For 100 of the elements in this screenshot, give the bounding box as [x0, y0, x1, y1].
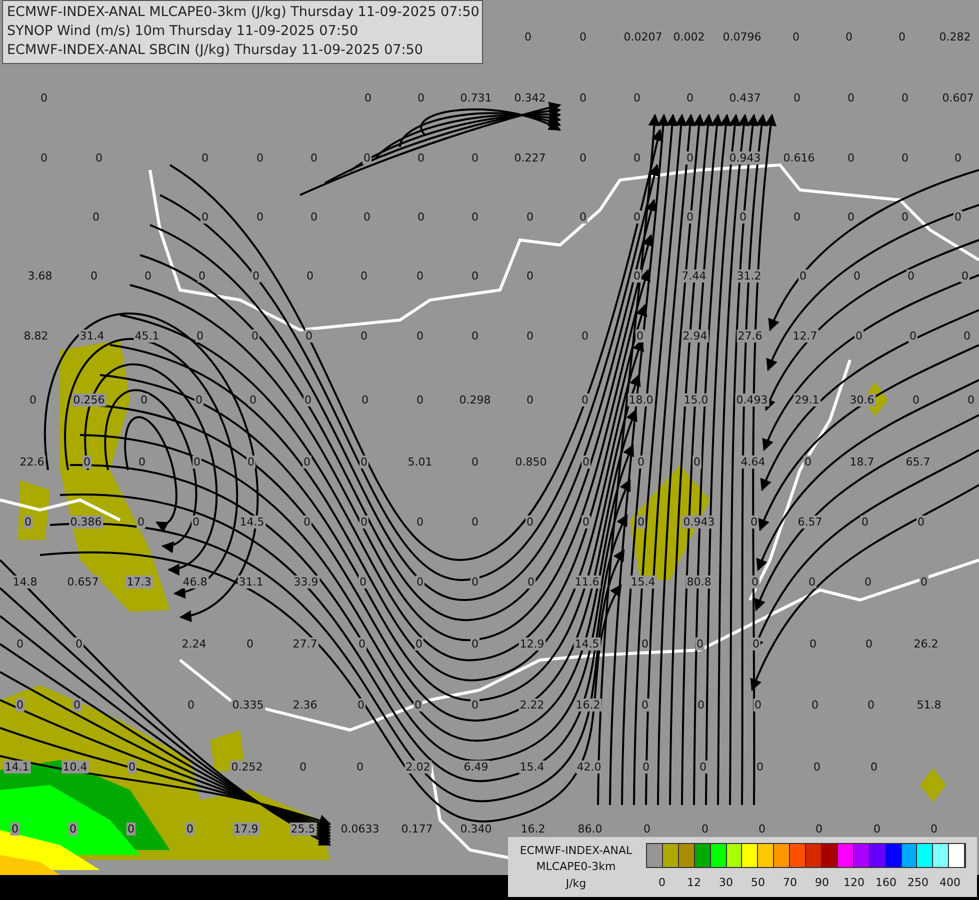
value-label: 0.850 — [514, 456, 548, 468]
value-label: 0 — [470, 698, 480, 712]
value-label: 0.002 — [672, 30, 706, 44]
value-label: 0 — [808, 638, 818, 650]
value-label: 0.607 — [941, 92, 975, 104]
value-label: 0 — [470, 456, 480, 468]
value-label: 0 — [640, 638, 650, 650]
value-label: 31.1 — [238, 576, 264, 588]
value-label: 42.0 — [576, 760, 602, 774]
value-label: 0 — [870, 760, 878, 774]
value-label: 0 — [364, 92, 372, 104]
value-label: 0 — [866, 698, 876, 712]
value-label: 0 — [250, 330, 260, 342]
value-label: 26.2 — [912, 638, 940, 650]
value-label: 46.8 — [182, 576, 208, 588]
value-label: 0 — [356, 760, 364, 774]
value-label: 0 — [304, 394, 312, 406]
value-label: 0 — [814, 822, 824, 836]
value-label: 0 — [908, 330, 918, 342]
value-label: 0 — [526, 210, 534, 224]
value-label: 51.8 — [916, 698, 942, 712]
value-label: 0 — [960, 270, 970, 282]
value-label: 0 — [416, 516, 424, 528]
value-label: 0 — [68, 822, 78, 836]
value-label: 0 — [90, 270, 98, 282]
value-label: 0 — [358, 638, 366, 650]
value-label: 0 — [306, 270, 314, 282]
value-label: 0 — [900, 92, 910, 104]
value-label: 0 — [200, 152, 210, 164]
value-label: 0 — [198, 270, 206, 282]
value-label: 0 — [256, 210, 264, 224]
value-label: 16.2 — [574, 698, 602, 712]
value-label: 0.943 — [682, 516, 716, 528]
value-label: 0 — [812, 760, 822, 774]
value-label: 0 — [72, 698, 82, 712]
value-label: 0 — [526, 516, 534, 528]
value-label: 0 — [860, 516, 870, 528]
value-label: 12.9 — [518, 638, 546, 650]
value-label: 0.298 — [458, 394, 492, 406]
cape-area — [920, 768, 946, 802]
value-label: 0 — [470, 638, 480, 650]
value-label: 0 — [810, 698, 820, 712]
value-label: 0 — [750, 576, 760, 588]
value-label: 0 — [356, 698, 366, 712]
legend-tick-label: 120 — [844, 876, 864, 889]
value-label: 18.7 — [848, 456, 876, 468]
value-label: 0 — [906, 270, 916, 282]
value-label: 0 — [186, 822, 194, 836]
legend-tick-label: 70 — [783, 876, 797, 889]
value-label: 0 — [966, 394, 976, 406]
value-label: 0 — [792, 92, 802, 104]
value-label: 10.4 — [62, 760, 88, 774]
value-label: 15.4 — [518, 760, 546, 774]
value-label: 22.6 — [18, 456, 46, 468]
value-label: 0 — [362, 152, 372, 164]
value-label: 0 — [582, 456, 590, 468]
value-label: 0 — [854, 330, 864, 342]
value-label: 0 — [864, 638, 874, 650]
value-label: 0 — [578, 30, 588, 44]
value-label: 0 — [642, 760, 650, 774]
value-label: 0 — [578, 152, 588, 164]
value-label: 0 — [752, 638, 760, 650]
value-label: 0 — [302, 456, 312, 468]
value-label: 0.657 — [66, 576, 100, 588]
value-label: 0.0796 — [722, 30, 762, 44]
value-label: 0 — [186, 698, 196, 712]
value-label: 0 — [692, 456, 702, 468]
value-label: 31.4 — [78, 330, 106, 342]
value-label: 15.4 — [630, 576, 656, 588]
value-label: 0 — [140, 394, 148, 406]
value-label: 45.1 — [134, 330, 160, 342]
value-label: 0 — [136, 516, 146, 528]
value-label: 0 — [962, 330, 972, 342]
value-label: 0 — [578, 210, 588, 224]
value-label: 0 — [362, 210, 372, 224]
value-label: 0 — [912, 394, 920, 406]
value-label: 0 — [524, 30, 532, 44]
header-line: SYNOP Wind (m/s) 10m Thursday 11-09-2025 07:50 — [7, 22, 360, 41]
value-label: 0 — [636, 330, 644, 342]
value-label: 0 — [852, 270, 862, 282]
value-label: 12.7 — [792, 330, 818, 342]
value-label: 0 — [360, 456, 368, 468]
value-label: 0 — [256, 152, 264, 164]
value-label: 0 — [310, 152, 318, 164]
value-label: 0 — [582, 516, 590, 528]
value-label: 0 — [246, 638, 254, 650]
value-label: 0 — [954, 152, 962, 164]
value-label: 0.340 — [459, 822, 493, 836]
value-label: 65.7 — [904, 456, 932, 468]
value-label: 0 — [416, 92, 426, 104]
value-label: 0 — [792, 30, 800, 44]
legend-tick-label: 160 — [876, 876, 896, 889]
value-label: 30.6 — [848, 394, 876, 406]
value-label: 14.8 — [12, 576, 38, 588]
value-label: 0.437 — [728, 92, 762, 104]
value-label: 0 — [40, 92, 48, 104]
value-label: 0 — [754, 698, 762, 712]
value-label: 0 — [750, 516, 758, 528]
value-label: 0 — [580, 394, 590, 406]
value-label: 0 — [74, 638, 84, 650]
